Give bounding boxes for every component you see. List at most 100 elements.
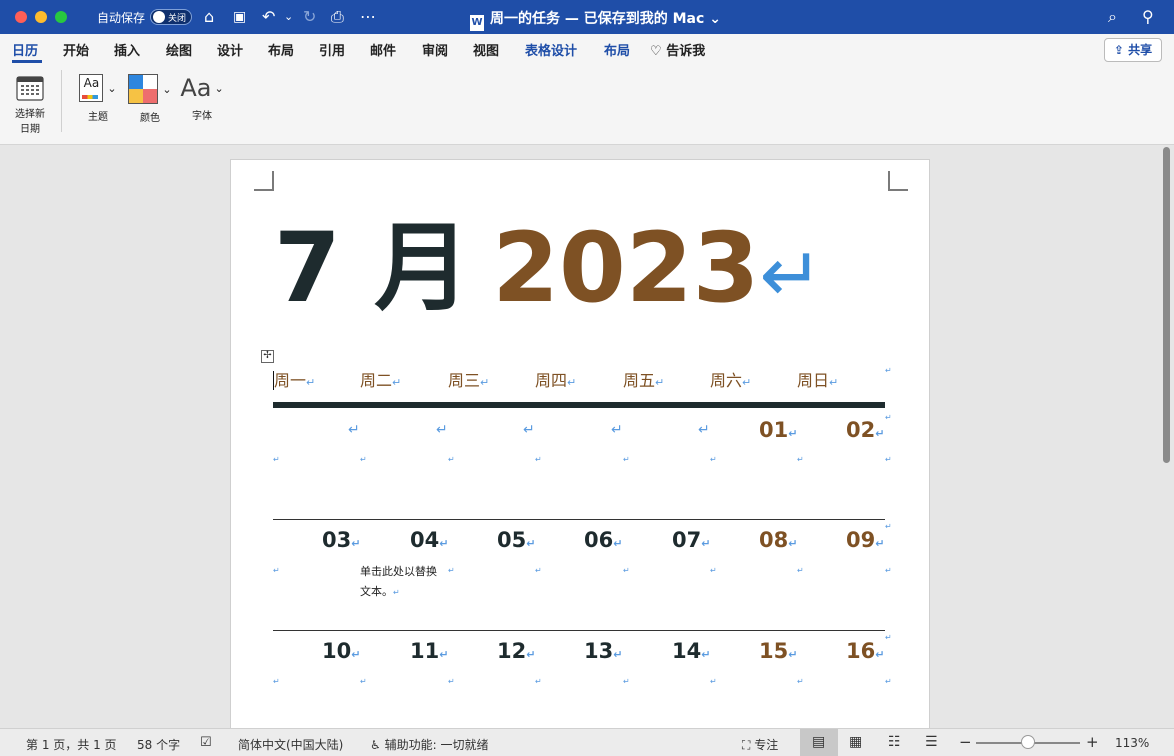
print-layout-view-button[interactable]: ▤ — [800, 729, 838, 756]
weekday-label: 周五 — [623, 371, 656, 390]
focus-mode-button[interactable]: ⛶ 专注 — [742, 736, 778, 753]
cell-mark: ↵ — [875, 648, 885, 661]
more-icon[interactable]: ⋯ — [360, 7, 376, 27]
tab-review[interactable]: 审阅 — [422, 40, 448, 59]
zoom-level[interactable]: 113% — [1115, 736, 1149, 750]
weekday-header[interactable]: 周四↵ — [535, 367, 576, 391]
date-cell[interactable]: 07↵ — [672, 528, 710, 552]
document-page[interactable]: 7 月 2023↵ ✢ 周一↵ 周二↵ 周三↵ 周四↵ 周五↵ 周六↵ 周日↵ ↵… — [230, 159, 930, 728]
minimize-window-button[interactable] — [35, 11, 47, 23]
weekday-header[interactable]: 周五↵ — [623, 367, 664, 391]
print-icon[interactable]: ⎙ — [331, 7, 344, 27]
proofing-icon[interactable]: ☑ — [200, 735, 212, 750]
cell-mark: ↵ — [611, 422, 623, 438]
date-cell[interactable]: 11↵ — [410, 639, 448, 663]
weekday-header[interactable]: 周二↵ — [360, 367, 401, 391]
row-end-mark: ↵ — [885, 413, 892, 422]
calendar-heading[interactable]: 7 月 2023↵ — [274, 220, 823, 316]
accessibility-indicator[interactable]: ♿ 辅助功能: 一切就绪 — [370, 736, 488, 753]
fonts-button[interactable]: Aa ⌄ 字体 — [180, 74, 224, 122]
autosave-state: 关闭 — [168, 14, 187, 24]
theme-button[interactable]: Aa ⌄ 主题 — [78, 74, 118, 123]
search-icon[interactable]: ⌕ — [1108, 7, 1117, 27]
weekday-header[interactable]: 周日↵ — [797, 367, 838, 391]
tab-insert[interactable]: 插入 — [114, 40, 140, 59]
date-cell[interactable]: 05↵ — [497, 528, 535, 552]
date-number: 15 — [759, 639, 789, 663]
draft-view-icon[interactable]: ☰ — [925, 734, 938, 750]
date-cell[interactable]: 01↵ — [759, 418, 797, 442]
status-bar: 第 1 页，共 1 页 58 个字 ☑ 简体中文(中国大陆) ♿ 辅助功能: 一… — [0, 728, 1174, 756]
date-cell[interactable]: 13↵ — [584, 639, 622, 663]
weekday-label: 周日 — [797, 371, 830, 390]
tab-home[interactable]: 开始 — [63, 40, 89, 59]
web-layout-icon[interactable]: ▦ — [849, 734, 862, 750]
colors-label: 颜色 — [140, 113, 160, 124]
account-icon[interactable]: ⚲ — [1142, 7, 1154, 27]
document-title[interactable]: W 周一的任务 — 已保存到我的 Mac ⌄ — [470, 8, 721, 31]
date-cell[interactable]: 14↵ — [672, 639, 710, 663]
colors-button[interactable]: ⌄ 颜色 — [127, 74, 173, 124]
language-indicator[interactable]: 简体中文(中国大陆) — [238, 736, 343, 753]
date-cell[interactable]: 09↵ — [846, 528, 884, 552]
zoom-in-button[interactable]: + — [1086, 733, 1099, 751]
tab-calendar[interactable]: 日历 — [12, 40, 38, 59]
tab-references[interactable]: 引用 — [319, 40, 345, 59]
tab-design[interactable]: 设计 — [217, 40, 243, 59]
scrollbar-thumb[interactable] — [1163, 147, 1170, 463]
zoom-window-button[interactable] — [55, 11, 67, 23]
outline-view-icon[interactable]: ☷ — [888, 734, 901, 750]
zoom-slider-knob[interactable] — [1021, 735, 1035, 749]
weekday-label: 周二 — [360, 371, 393, 390]
redo-icon[interactable]: ↻ — [303, 7, 316, 27]
zoom-out-button[interactable]: − — [959, 733, 972, 751]
tell-me-label: 告诉我 — [666, 44, 706, 59]
document-canvas[interactable]: 7 月 2023↵ ✢ 周一↵ 周二↵ 周三↵ 周四↵ 周五↵ 周六↵ 周日↵ ↵… — [0, 145, 1160, 728]
tell-me[interactable]: ♡ 告诉我 — [650, 40, 705, 59]
tab-draw[interactable]: 绘图 — [166, 40, 192, 59]
cell-mark: ↵ — [655, 376, 665, 389]
share-label: 共享 — [1128, 43, 1153, 57]
vertical-scrollbar[interactable] — [1160, 145, 1174, 728]
share-button[interactable]: ⇪ 共享 — [1104, 38, 1162, 62]
focus-icon: ⛶ — [742, 738, 751, 752]
date-cell[interactable]: 06↵ — [584, 528, 622, 552]
chevron-down-icon: ⌄ — [214, 81, 224, 95]
tab-mailings[interactable]: 邮件 — [370, 40, 396, 59]
date-cell[interactable]: 12↵ — [497, 639, 535, 663]
row-end-mark: ↵ — [885, 522, 892, 531]
select-new-date-label-2: 日期 — [20, 124, 40, 135]
tab-table-design[interactable]: 表格设计 — [525, 40, 577, 59]
row-end-mark: ↵ — [885, 455, 892, 464]
close-window-button[interactable] — [15, 11, 27, 23]
date-cell[interactable]: 08↵ — [759, 528, 797, 552]
autosave-toggle[interactable]: 关闭 — [150, 9, 192, 25]
undo-icon[interactable]: ↶ — [262, 7, 275, 27]
tab-view[interactable]: 视图 — [473, 40, 499, 59]
date-cell[interactable]: 15↵ — [759, 639, 797, 663]
date-cell[interactable]: 02↵ — [846, 418, 884, 442]
date-cell[interactable]: 04↵ — [410, 528, 448, 552]
save-icon[interactable]: ▣ — [233, 7, 246, 27]
weekday-header[interactable]: 周六↵ — [710, 367, 751, 391]
placeholder-text[interactable]: 单击此处以替换 文本。↵ — [360, 562, 450, 603]
undo-menu-icon[interactable]: ⌄ — [284, 7, 293, 27]
weekday-header[interactable]: 周一↵ — [273, 367, 315, 391]
table-move-handle[interactable]: ✢ — [261, 350, 274, 363]
date-cell[interactable]: 10↵ — [322, 639, 360, 663]
tab-layout[interactable]: 布局 — [268, 40, 294, 59]
weekday-header[interactable]: 周三↵ — [448, 367, 489, 391]
cell-mark: ↵ — [701, 648, 711, 661]
word-count[interactable]: 58 个字 — [137, 736, 180, 753]
home-icon[interactable]: ⌂ — [204, 7, 214, 27]
date-number: 12 — [497, 639, 527, 663]
focus-label: 专注 — [754, 738, 779, 752]
date-cell[interactable]: 03↵ — [322, 528, 360, 552]
date-number: 03 — [322, 528, 352, 552]
select-new-date-button[interactable]: 选择新 日期 — [10, 72, 50, 135]
page-count[interactable]: 第 1 页，共 1 页 — [26, 736, 117, 753]
date-cell[interactable]: 16↵ — [846, 639, 884, 663]
title-bar: 自动保存 关闭 ⌂ ▣ ↶ ⌄ ↻ ⎙ ⋯ W 周一的任务 — 已保存到我的 Ma… — [0, 0, 1174, 34]
row-end-mark: ↵ — [885, 677, 892, 686]
tab-table-layout[interactable]: 布局 — [604, 40, 630, 59]
